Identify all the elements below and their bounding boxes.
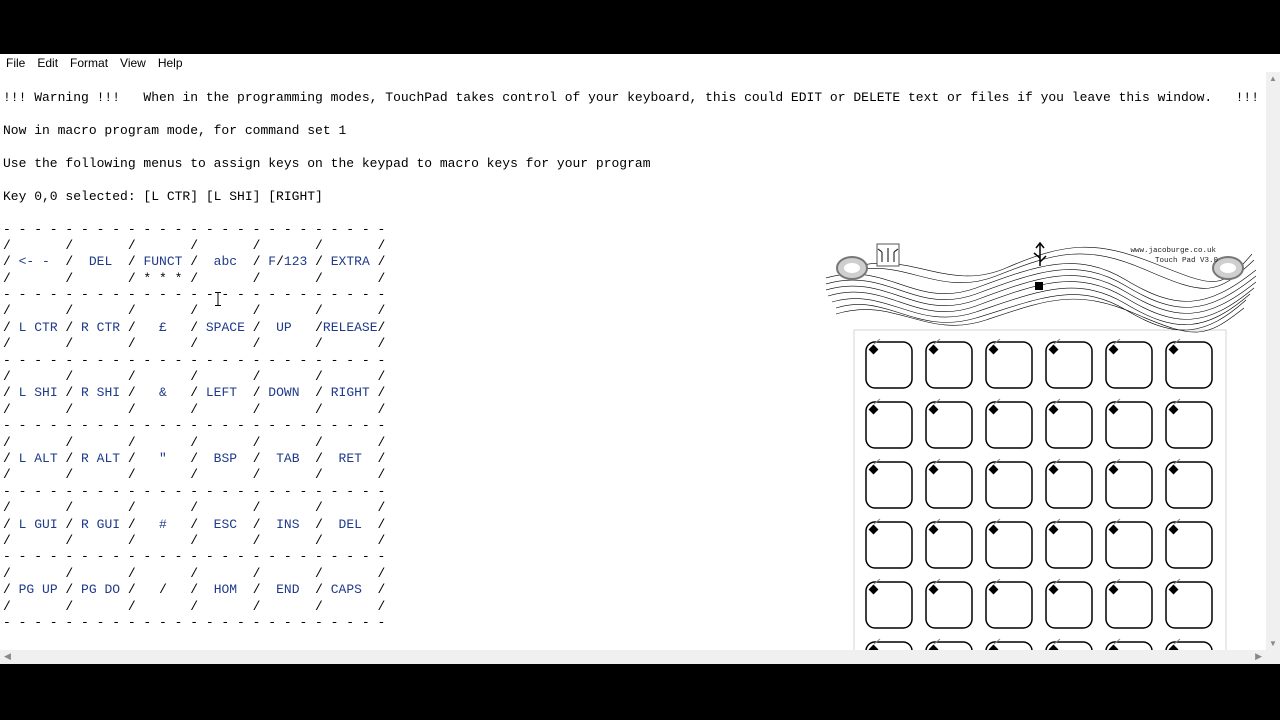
scroll-left-icon[interactable]: ◀ (4, 651, 11, 662)
touch-key[interactable] (1045, 398, 1093, 449)
touch-key[interactable] (1165, 458, 1213, 509)
menu-file[interactable]: File (0, 56, 31, 70)
touch-key[interactable] (1045, 338, 1093, 389)
website-label: www.jacoburge.co.uk (1130, 247, 1216, 255)
touch-key[interactable] (985, 338, 1033, 389)
touch-key[interactable] (925, 458, 973, 509)
menu-edit[interactable]: Edit (31, 56, 64, 70)
usb-icon (1033, 241, 1047, 266)
touch-key[interactable] (985, 458, 1033, 509)
status-led (1035, 282, 1043, 290)
menu-help[interactable]: Help (152, 56, 189, 70)
text-line (3, 74, 1280, 90)
touch-key[interactable] (985, 578, 1033, 629)
notepad-window: File Edit Format View Help !!! Warning !… (0, 54, 1280, 664)
touch-key[interactable] (865, 458, 913, 509)
text-line (3, 205, 1280, 221)
text-line: Key 0,0 selected: [L CTR] [L SHI] [RIGHT… (3, 188, 323, 204)
vertical-scrollbar[interactable]: ▲ ▼ (1266, 72, 1280, 650)
touch-key[interactable] (865, 338, 913, 389)
touch-key[interactable] (925, 338, 973, 389)
touch-key[interactable] (925, 518, 973, 569)
touch-key[interactable] (1105, 458, 1153, 509)
touchpad-diagram: www.jacoburge.co.uk Touch Pad V3.0 X (825, 240, 1257, 664)
touch-key[interactable] (1165, 578, 1213, 629)
touch-key[interactable] (865, 398, 913, 449)
touch-key[interactable] (925, 398, 973, 449)
scroll-down-icon[interactable]: ▼ (1269, 639, 1277, 648)
text-line: Use the following menus to assign keys o… (3, 155, 651, 171)
touch-key[interactable] (1045, 458, 1093, 509)
text-line: !!! Warning !!! When in the programming … (3, 90, 1280, 106)
menu-format[interactable]: Format (64, 56, 114, 70)
scroll-up-icon[interactable]: ▲ (1269, 74, 1277, 83)
touch-key[interactable] (1045, 578, 1093, 629)
touch-key[interactable] (1105, 398, 1153, 449)
text-line (3, 107, 1280, 123)
touchpad-svg: www.jacoburge.co.uk Touch Pad V3.0 X (825, 241, 1257, 664)
touch-key[interactable] (985, 398, 1033, 449)
scroll-right-icon[interactable]: ▶ (1255, 651, 1262, 662)
touch-key[interactable] (865, 518, 913, 569)
touch-key[interactable] (1165, 338, 1213, 389)
touch-key[interactable] (1165, 398, 1213, 449)
model-label: Touch Pad V3.0 (1155, 257, 1219, 265)
touch-key[interactable] (1045, 518, 1093, 569)
touch-key[interactable] (1105, 338, 1153, 389)
ibeam-cursor-icon (215, 292, 221, 306)
text-line: Now in macro program mode, for command s… (3, 123, 347, 139)
touch-key[interactable] (865, 578, 913, 629)
menu-bar: File Edit Format View Help (0, 54, 1280, 72)
scrollbar-corner (1266, 650, 1280, 664)
touch-key[interactable] (1165, 518, 1213, 569)
touch-key[interactable] (985, 518, 1033, 569)
text-line (3, 172, 1280, 188)
text-line (3, 140, 1280, 156)
text-editor[interactable]: !!! Warning !!! When in the programming … (0, 74, 1280, 664)
text-line: - - - - - - - - - - - - - - - - - - - - … (3, 221, 386, 237)
touch-key[interactable] (1105, 578, 1153, 629)
menu-view[interactable]: View (114, 56, 152, 70)
horizontal-scrollbar[interactable]: ◀ ▶ (0, 650, 1266, 664)
touch-key[interactable] (925, 578, 973, 629)
touch-key[interactable] (1105, 518, 1153, 569)
